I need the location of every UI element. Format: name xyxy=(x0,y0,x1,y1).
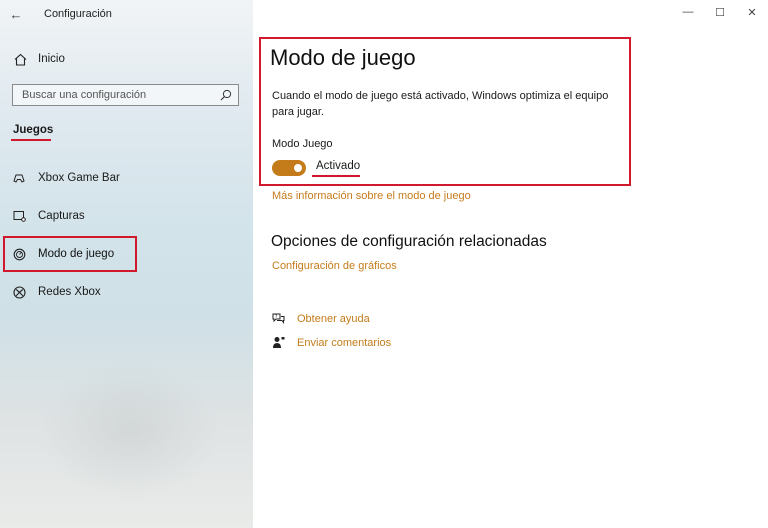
minimize-button[interactable]: — xyxy=(672,0,704,24)
game-mode-description: Cuando el modo de juego está activado, W… xyxy=(272,90,609,118)
sidebar-item-label: Redes Xbox xyxy=(38,286,101,298)
window-controls: — ☐ ✕ xyxy=(672,0,768,24)
home-icon xyxy=(13,53,27,66)
game-mode-toggle[interactable] xyxy=(272,160,306,176)
xbox-game-bar-icon xyxy=(12,172,26,184)
title-bar: ← Configuración xyxy=(0,0,253,28)
section-title-underline xyxy=(11,139,51,141)
close-button[interactable]: ✕ xyxy=(736,0,768,24)
close-icon: ✕ xyxy=(747,6,757,19)
related-settings-title: Opciones de configuración relacionadas xyxy=(271,233,547,250)
send-feedback-row[interactable]: Enviar comentarios xyxy=(271,336,391,349)
sidebar-item-label: Xbox Game Bar xyxy=(38,172,120,184)
maximize-icon: ☐ xyxy=(715,6,725,19)
app-title: Configuración xyxy=(44,8,112,20)
get-help-link[interactable]: Obtener ayuda xyxy=(297,313,370,325)
nav-home-label: Inicio xyxy=(38,53,65,65)
graphics-settings-link[interactable]: Configuración de gráficos xyxy=(272,260,397,272)
sidebar-item-redes-xbox[interactable]: Redes Xbox xyxy=(0,278,253,306)
send-feedback-link[interactable]: Enviar comentarios xyxy=(297,337,391,349)
selected-item-highlight-box xyxy=(3,236,137,272)
back-arrow-icon: ← xyxy=(9,6,23,22)
more-info-link[interactable]: Más información sobre el modo de juego xyxy=(272,190,471,202)
toggle-state-text: Activado xyxy=(316,160,361,172)
capture-icon xyxy=(12,210,26,222)
background-haze xyxy=(40,360,220,500)
content-pane: — ☐ ✕ Modo de juego Cuando el modo de ju… xyxy=(253,0,768,528)
nav-home[interactable]: Inicio xyxy=(0,46,253,72)
toggle-knob xyxy=(294,164,302,172)
page-title: Modo de juego xyxy=(270,45,416,70)
game-mode-toggle-label: Modo Juego xyxy=(272,138,333,150)
sidebar-item-xbox-game-bar[interactable]: Xbox Game Bar xyxy=(0,164,253,192)
minimize-icon: — xyxy=(682,6,694,18)
feedback-person-icon xyxy=(271,336,285,349)
sidebar-item-capturas[interactable]: Capturas xyxy=(0,202,253,230)
maximize-button[interactable]: ☐ xyxy=(704,0,736,24)
chat-help-icon: ? xyxy=(271,312,285,325)
section-title: Juegos xyxy=(13,124,54,136)
xbox-icon xyxy=(12,285,26,299)
sidebar: ← Configuración Inicio Buscar una config… xyxy=(0,0,253,528)
toggle-state-underline xyxy=(312,175,360,177)
search-icon[interactable] xyxy=(217,89,235,101)
get-help-row[interactable]: ? Obtener ayuda xyxy=(271,312,370,325)
sidebar-item-label: Capturas xyxy=(38,210,85,222)
back-button[interactable]: ← xyxy=(0,0,32,28)
search-input[interactable]: Buscar una configuración xyxy=(12,84,239,106)
search-placeholder: Buscar una configuración xyxy=(22,89,147,101)
